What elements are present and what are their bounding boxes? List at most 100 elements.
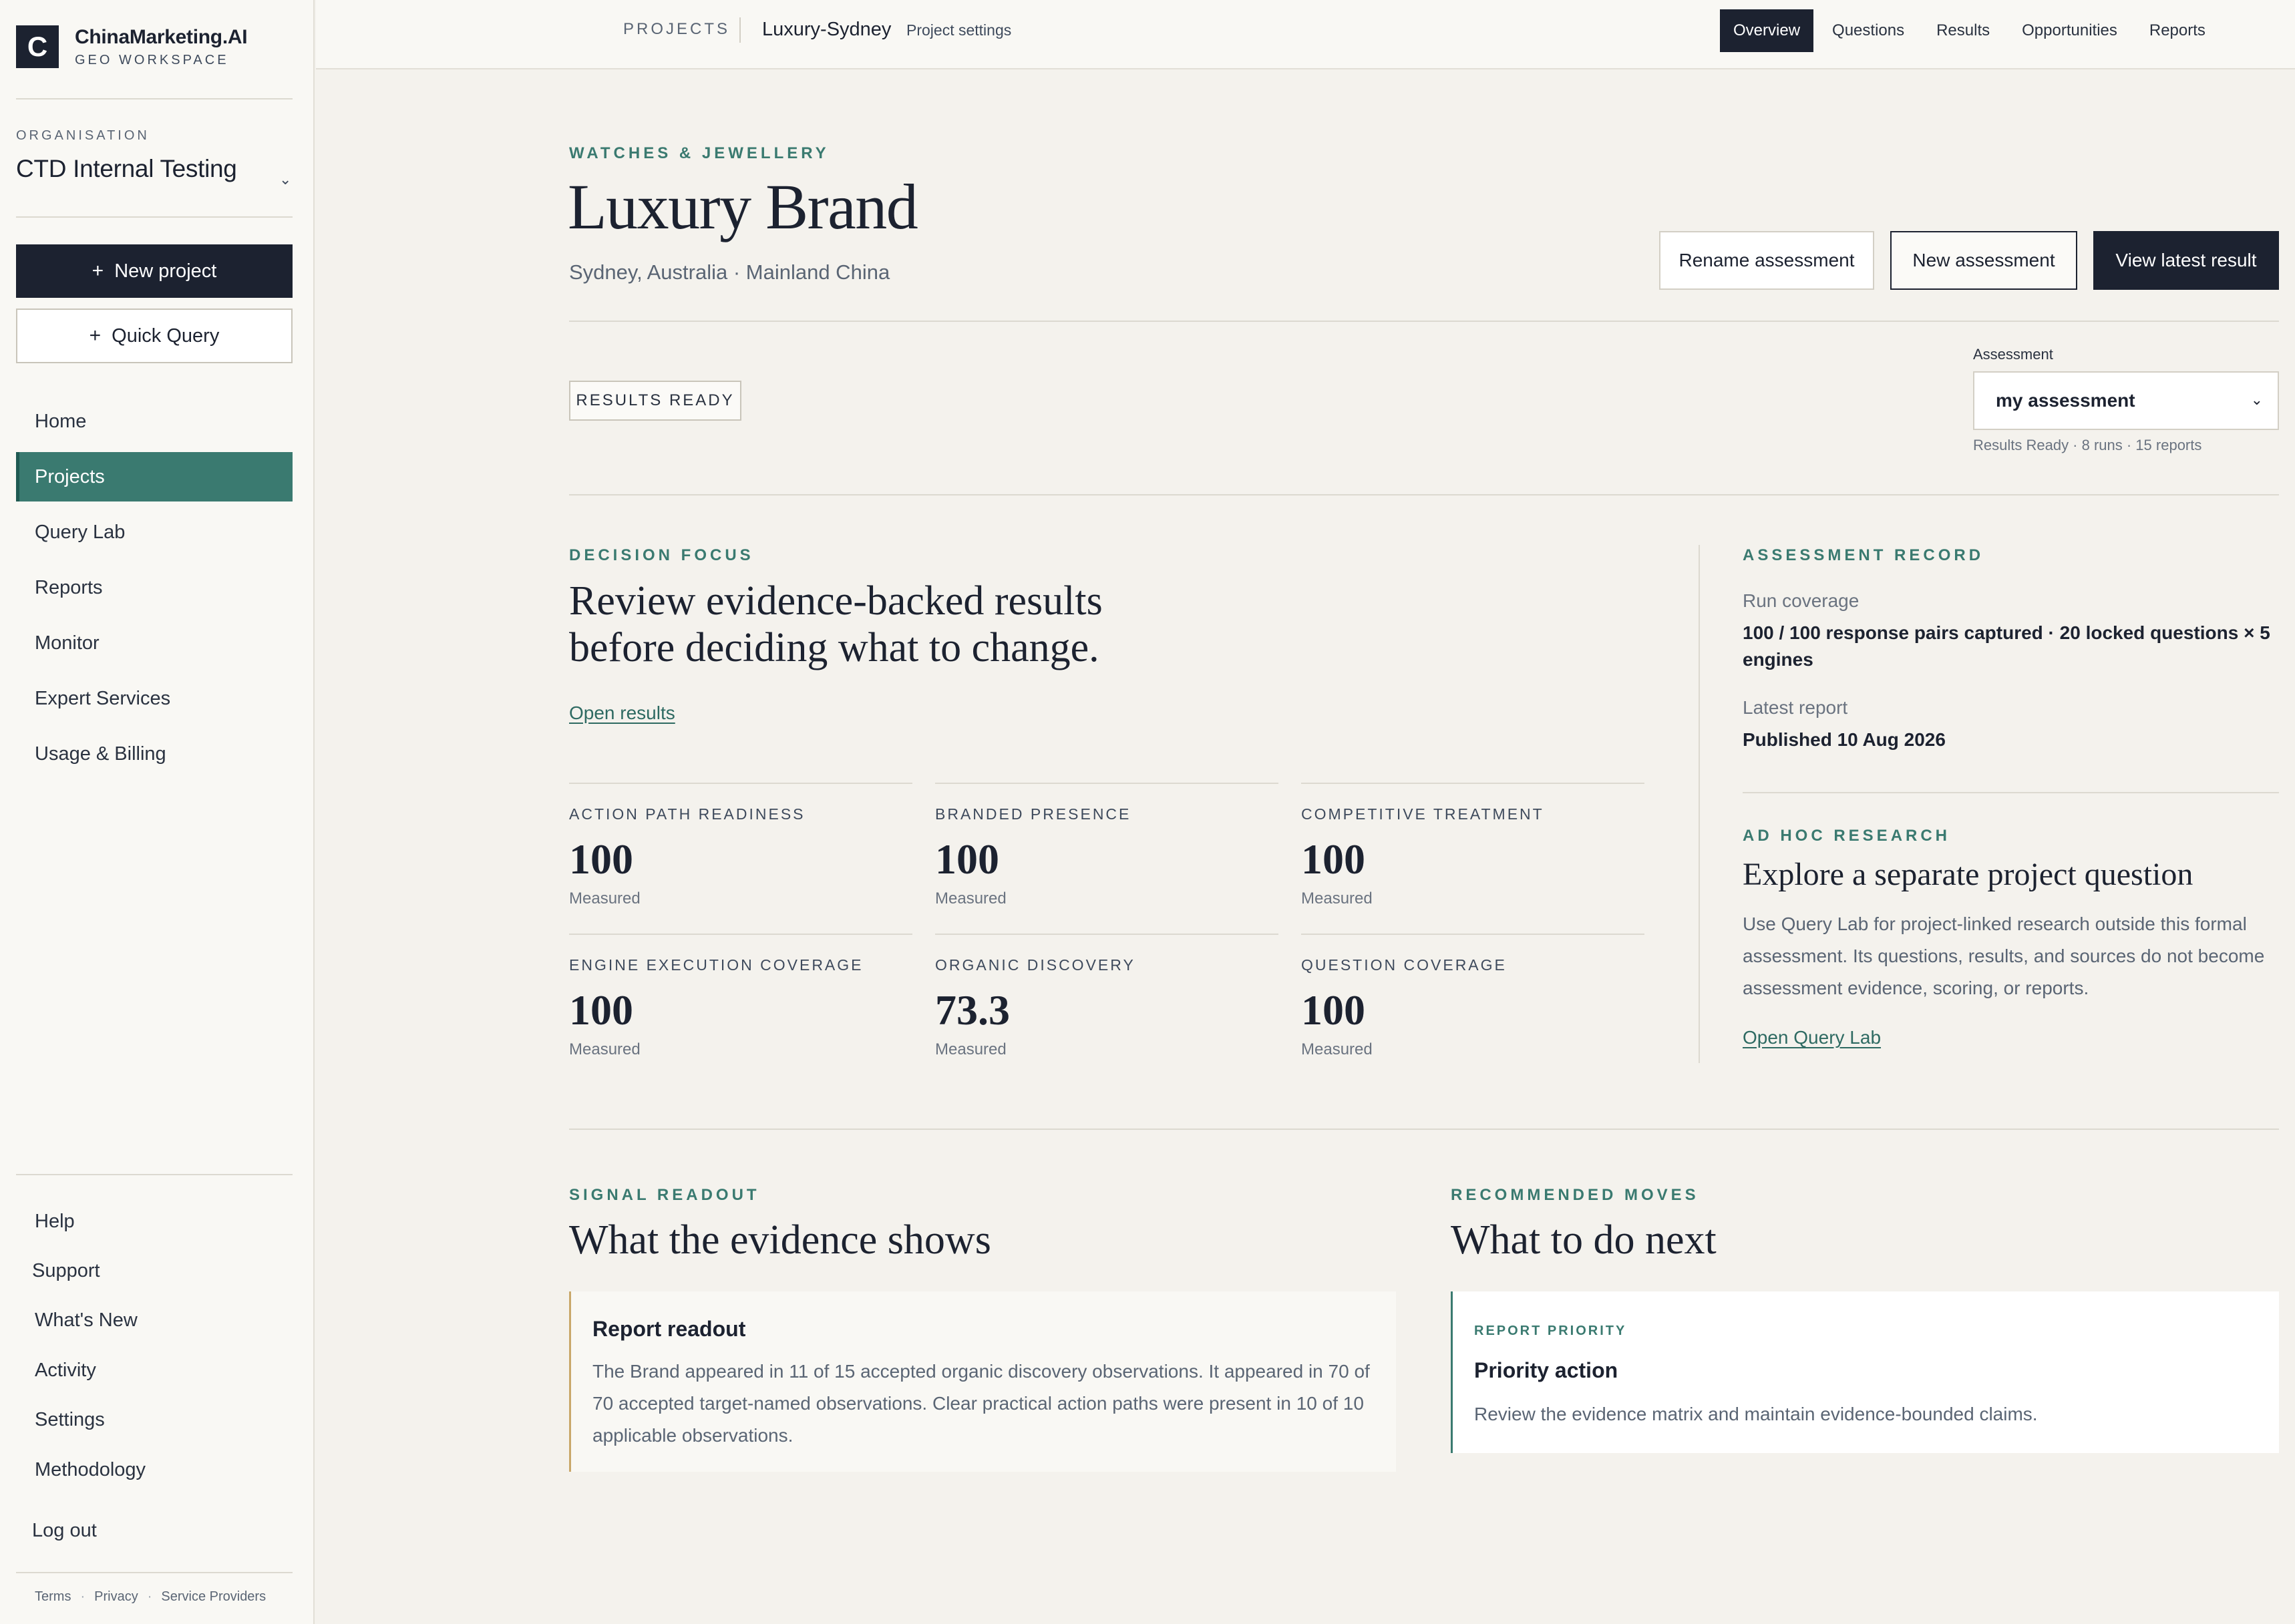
- sidebar-item-monitor[interactable]: Monitor: [16, 618, 293, 668]
- sidebar-item-help[interactable]: Help: [35, 1211, 75, 1233]
- latest-report-label: Latest report: [1743, 697, 1848, 718]
- breadcrumb-current-project[interactable]: Luxury-Sydney: [762, 19, 891, 41]
- metric-status: Measured: [1301, 1040, 1373, 1058]
- metric-value: 100: [1301, 835, 1365, 883]
- metric-label: COMPETITIVE TREATMENT: [1301, 805, 1544, 823]
- assessment-select[interactable]: my assessment ⌄: [1973, 371, 2279, 430]
- tab-results[interactable]: Results: [1923, 9, 2003, 52]
- sidebar-item-reports[interactable]: Reports: [16, 563, 293, 612]
- brand-name: ChinaMarketing.AI: [75, 25, 248, 48]
- breadcrumb-separator: [739, 17, 741, 43]
- metric-label: ORGANIC DISCOVERY: [935, 956, 1135, 974]
- org-label: ORGANISATION: [16, 128, 150, 143]
- plus-icon: +: [92, 260, 104, 282]
- ad-hoc-description-line-2: assessment. Its questions, results, and …: [1743, 946, 2265, 966]
- tab-overview[interactable]: Overview: [1720, 9, 1814, 52]
- tab-questions[interactable]: Questions: [1819, 9, 1918, 52]
- ad-hoc-heading: Explore a separate project question: [1743, 857, 2193, 892]
- new-project-label: New project: [114, 260, 217, 282]
- report-readout-line-3: applicable observations.: [592, 1425, 793, 1446]
- metric-label: ENGINE EXECUTION COVERAGE: [569, 956, 864, 974]
- metric-status: Measured: [935, 889, 1007, 907]
- sidebar-item-expert-services[interactable]: Expert Services: [16, 674, 293, 723]
- sidebar-item-projects[interactable]: Projects: [16, 452, 293, 501]
- report-readout-line-2: 70 accepted target-named observations. C…: [592, 1393, 1364, 1414]
- page-subtitle: Sydney, Australia · Mainland China: [569, 260, 890, 284]
- signal-heading: What the evidence shows: [569, 1217, 991, 1263]
- rename-assessment-button[interactable]: Rename assessment: [1659, 231, 1874, 290]
- new-assessment-button[interactable]: New assessment: [1890, 231, 2077, 290]
- top-bar: PROJECTS Luxury-Sydney Project settings …: [316, 0, 2295, 69]
- chevron-down-icon: ⌄: [2250, 391, 2263, 408]
- breadcrumb-projects[interactable]: PROJECTS: [623, 20, 730, 39]
- category-label: WATCHES & JEWELLERY: [569, 144, 830, 162]
- metric-card: ORGANIC DISCOVERY 73.3 Measured: [935, 934, 1278, 1084]
- service-providers-link[interactable]: Service Providers: [161, 1589, 266, 1605]
- tab-opportunities[interactable]: Opportunities: [2008, 9, 2131, 52]
- new-project-button[interactable]: + New project: [16, 244, 293, 298]
- separator-dot: ·: [147, 1589, 152, 1604]
- divider: [16, 1174, 293, 1175]
- decision-heading-line-2: before deciding what to change.: [569, 625, 1099, 670]
- sidebar-item-methodology[interactable]: Methodology: [35, 1459, 146, 1481]
- moves-heading: What to do next: [1451, 1217, 1717, 1263]
- sidebar-item-home[interactable]: Home: [16, 397, 293, 446]
- project-tabs: Overview Questions Results Opportunities…: [1720, 9, 2224, 52]
- view-latest-result-button[interactable]: View latest result: [2093, 231, 2279, 290]
- metric-status: Measured: [569, 1040, 641, 1058]
- priority-action-card: REPORT PRIORITY Priority action Review t…: [1451, 1291, 2279, 1453]
- sidebar-item-whats-new[interactable]: What's New: [35, 1309, 138, 1332]
- sidebar-item-query-lab[interactable]: Query Lab: [16, 508, 293, 557]
- sidebar-item-activity[interactable]: Activity: [35, 1360, 96, 1382]
- separator-dot: ·: [80, 1589, 85, 1604]
- ad-hoc-research-label: AD HOC RESEARCH: [1743, 827, 1951, 845]
- run-coverage-label: Run coverage: [1743, 590, 1860, 611]
- metric-status: Measured: [569, 889, 641, 907]
- column-divider: [1699, 545, 1700, 1063]
- latest-report-value: Published 10 Aug 2026: [1743, 729, 1946, 750]
- sidebar: C ChinaMarketing.AI GEO WORKSPACE ORGANI…: [0, 0, 315, 1624]
- sidebar-item-settings[interactable]: Settings: [35, 1409, 105, 1431]
- privacy-link[interactable]: Privacy: [94, 1589, 138, 1605]
- metric-value: 100: [569, 835, 633, 883]
- terms-link[interactable]: Terms: [35, 1589, 71, 1605]
- metric-label: BRANDED PRESENCE: [935, 805, 1131, 823]
- divider: [16, 98, 293, 99]
- tab-reports[interactable]: Reports: [2136, 9, 2219, 52]
- divider: [16, 216, 293, 218]
- project-settings-link[interactable]: Project settings: [906, 21, 1011, 39]
- open-results-link[interactable]: Open results: [569, 702, 675, 724]
- assessment-meta: Results Ready · 8 runs · 15 reports: [1973, 437, 2202, 453]
- report-readout-card: Report readout The Brand appeared in 11 …: [569, 1291, 1396, 1472]
- metric-status: Measured: [935, 1040, 1007, 1058]
- brand-subtitle: GEO WORKSPACE: [75, 52, 229, 67]
- org-switcher[interactable]: CTD Internal Testing: [16, 155, 237, 183]
- divider: [16, 1572, 293, 1573]
- metric-card: ENGINE EXECUTION COVERAGE 100 Measured: [569, 934, 912, 1084]
- run-coverage-value-line-2: engines: [1743, 649, 1813, 670]
- signal-readout-label: SIGNAL READOUT: [569, 1186, 760, 1204]
- quick-query-label: Quick Query: [112, 325, 220, 347]
- metric-value: 100: [569, 986, 633, 1034]
- sidebar-item-usage-billing[interactable]: Usage & Billing: [16, 729, 293, 779]
- legal-links: Terms · Privacy · Service Providers: [35, 1589, 266, 1605]
- report-readout-title: Report readout: [592, 1317, 746, 1341]
- brand-logo: C: [16, 25, 59, 68]
- quick-query-button[interactable]: + Quick Query: [16, 309, 293, 363]
- ad-hoc-description-line-1: Use Query Lab for project-linked researc…: [1743, 914, 2247, 934]
- metric-value: 100: [1301, 986, 1365, 1034]
- metric-value: 73.3: [935, 986, 1010, 1034]
- open-query-lab-link[interactable]: Open Query Lab: [1743, 1027, 1881, 1048]
- logout-button[interactable]: Log out: [32, 1520, 97, 1542]
- metric-card: BRANDED PRESENCE 100 Measured: [935, 783, 1278, 934]
- decision-heading-line-1: Review evidence-backed results: [569, 578, 1103, 624]
- chevron-down-icon[interactable]: ⌄: [279, 171, 291, 188]
- priority-action-text: Review the evidence matrix and maintain …: [1474, 1404, 2038, 1424]
- metric-value: 100: [935, 835, 999, 883]
- metric-label: QUESTION COVERAGE: [1301, 956, 1507, 974]
- metric-status: Measured: [1301, 889, 1373, 907]
- assessment-select-value: my assessment: [1996, 390, 2135, 411]
- page-title: Luxury Brand: [568, 171, 918, 242]
- sidebar-item-support[interactable]: Support: [32, 1260, 100, 1282]
- brand[interactable]: C ChinaMarketing.AI GEO WORKSPACE: [16, 25, 248, 68]
